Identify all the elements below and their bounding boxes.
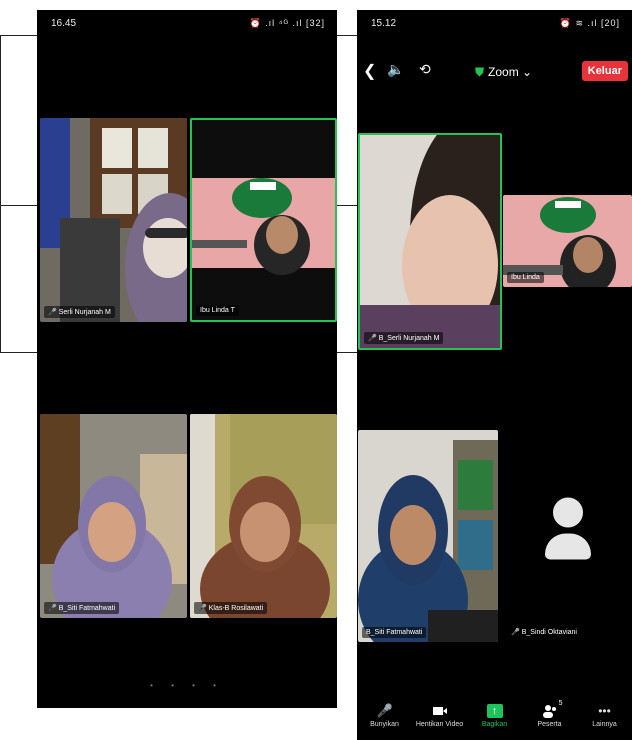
participant-name: B_Serli Nurjanah M	[378, 335, 440, 342]
mic-muted-icon: 🎤	[511, 629, 520, 636]
back-icon[interactable]: ❮	[363, 61, 376, 81]
frame-line	[0, 35, 37, 36]
app-title: Zoom	[488, 65, 519, 79]
frame-line	[0, 352, 37, 353]
share-arrow-icon: ↑	[486, 704, 503, 718]
participant-name-label: 🎤 B_Serli Nurjanah M	[364, 332, 444, 344]
toolbar-label: Peserta	[537, 721, 562, 728]
page-indicator[interactable]: • • • •	[37, 681, 337, 690]
video-tile[interactable]: Ibu Linda	[503, 195, 632, 287]
participant-name: Ibu Linda T	[200, 307, 235, 314]
shield-icon: ⛊	[475, 65, 485, 79]
toolbar-label: Lainnya	[592, 721, 617, 728]
participant-name: B_Siti Fatmahwati	[366, 629, 423, 636]
participants-icon	[542, 704, 558, 718]
mic-muted-icon: 🎤	[368, 335, 377, 342]
frame-line	[337, 35, 357, 36]
switch-camera-icon[interactable]: ⟲	[419, 61, 431, 78]
more-button[interactable]: ••• Lainnya	[578, 700, 632, 740]
status-icons: ⏰ .ıl ⁴ᴳ .ıl [32]	[249, 18, 325, 28]
mic-muted-icon: 🎤	[198, 605, 207, 612]
share-button[interactable]: ↑ Bagikan	[468, 700, 522, 740]
participant-name-label: 🎤 Klas-B Rosilawati	[194, 602, 268, 614]
participants-button[interactable]: 5 Peserta	[523, 700, 577, 740]
toolbar-label: Hentikan Video	[415, 721, 464, 728]
video-tile-no-video[interactable]: 🎤 B_Sindi Oktaviani	[503, 430, 632, 642]
meeting-info-button[interactable]: ⛊ Zoom ⌄	[475, 65, 532, 80]
participant-name: Serli Nurjanah M	[58, 309, 111, 316]
frame-line	[337, 205, 357, 206]
more-icon: •••	[598, 704, 611, 718]
participant-name-label: 🎤 B_Sindi Oktaviani	[507, 626, 581, 638]
unmute-button[interactable]: 🎤 Bunyikan	[358, 700, 412, 740]
participant-name: Klas-B Rosilawati	[208, 605, 264, 612]
status-bar: 15.12 ⏰ ≋ .ıl [20]	[357, 10, 632, 34]
participant-video	[190, 414, 337, 618]
status-bar: 16.45 ⏰ .ıl ⁴ᴳ .ıl [32]	[37, 10, 337, 34]
status-time: 16.45	[51, 18, 77, 29]
participant-name-label: B_Siti Fatmahwati	[362, 627, 427, 638]
status-time: 15.12	[371, 18, 397, 29]
frame-line	[0, 35, 1, 353]
video-tile[interactable]: B_Siti Fatmahwati	[358, 430, 498, 642]
speaker-icon[interactable]: 🔈	[387, 61, 404, 78]
participant-name: Ibu Linda	[511, 274, 540, 281]
video-camera-icon	[432, 704, 448, 718]
video-tile[interactable]: 🎤 Serli Nurjanah M	[40, 118, 187, 322]
avatar-placeholder-icon	[544, 497, 591, 568]
mic-muted-icon: 🎤	[376, 703, 393, 718]
chevron-down-icon: ⌄	[522, 65, 533, 79]
stop-video-button[interactable]: Hentikan Video	[413, 700, 467, 740]
frame-line	[337, 352, 357, 353]
frame-line	[0, 205, 37, 206]
screenshot-gallery-view: 16.45 ⏰ .ıl ⁴ᴳ .ıl [32] 🎤 Serli Nurjanah …	[37, 10, 337, 708]
video-tile[interactable]: 🎤 Klas-B Rosilawati	[190, 414, 337, 618]
participant-name: B_Siti Fatmahwati	[58, 605, 116, 612]
meeting-top-bar: ❮ 🔈 ⟲ ⛊ Zoom ⌄ Keluar	[357, 55, 632, 87]
participant-name-label: 🎤 B_Siti Fatmahwati	[44, 602, 120, 614]
participant-video	[360, 135, 500, 348]
leave-button[interactable]: Keluar	[581, 61, 628, 81]
status-icons: ⏰ ≋ .ıl [20]	[559, 18, 620, 28]
participant-name-label: Ibu Linda	[507, 272, 544, 283]
mic-muted-icon: 🎤	[48, 605, 57, 612]
meeting-toolbar: 🎤 Bunyikan Hentikan Video ↑ Bagikan 5 Pe…	[357, 700, 632, 740]
participant-video	[40, 118, 187, 322]
video-tile-active-speaker[interactable]: 🎤 B_Serli Nurjanah M	[358, 133, 502, 350]
video-tile-active-speaker[interactable]: Ibu Linda T	[190, 118, 337, 322]
participant-video	[358, 430, 498, 642]
toolbar-label: Bagikan	[481, 721, 508, 728]
participants-count-badge: 5	[558, 700, 563, 707]
mic-muted-icon: 🎤	[48, 309, 57, 316]
participant-name: B_Sindi Oktaviani	[521, 629, 577, 636]
participant-video	[40, 414, 187, 618]
screenshot-active-meeting: 15.12 ⏰ ≋ .ıl [20] ❮ 🔈 ⟲ ⛊ Zoom ⌄ Keluar …	[357, 10, 632, 740]
participant-name-label: Ibu Linda T	[196, 305, 239, 316]
participant-video	[192, 120, 335, 320]
participant-name-label: 🎤 Serli Nurjanah M	[44, 306, 115, 318]
toolbar-label: Bunyikan	[370, 721, 399, 728]
video-tile[interactable]: 🎤 B_Siti Fatmahwati	[40, 414, 187, 618]
